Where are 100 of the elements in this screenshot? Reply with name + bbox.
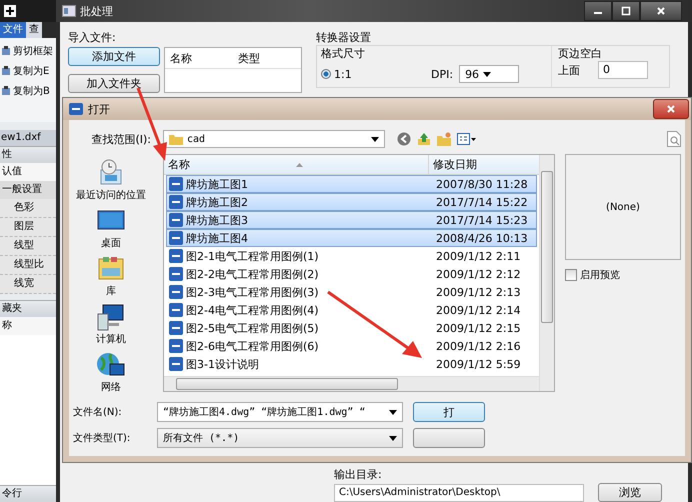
menu-tab[interactable]: 文件 xyxy=(0,22,26,38)
caret-icon xyxy=(389,436,397,440)
file-type-dropdown[interactable]: 所有文件 (*.*) xyxy=(157,428,403,448)
file-date: 2017/7/14 15:22 xyxy=(435,196,528,208)
section-label: 导入文件: xyxy=(68,30,117,45)
file-icon xyxy=(169,285,183,299)
panel-header: 性 xyxy=(0,146,56,163)
close-button[interactable] xyxy=(653,99,689,119)
file-row[interactable]: 牌坊施工图3 2017/7/14 15:23 xyxy=(166,211,537,229)
file-name: 图3-1设计说明 xyxy=(186,356,259,372)
window-icon xyxy=(62,5,76,17)
column-header[interactable]: 修改日期 xyxy=(429,155,477,174)
folder-icon xyxy=(169,134,183,144)
dpi-dropdown[interactable]: 96 xyxy=(459,65,520,83)
caret-icon xyxy=(371,136,379,142)
file-row[interactable]: 图2-3电气工程常用图例(3) 2009/1/12 2:13 xyxy=(166,283,537,301)
document-icon xyxy=(1,66,11,76)
file-name: 牌坊施工图2 xyxy=(186,194,248,210)
look-in-dropdown[interactable]: cad xyxy=(163,130,385,148)
maximize-button[interactable] xyxy=(612,1,640,21)
browse-button[interactable]: 浏览 xyxy=(598,483,662,502)
file-row[interactable]: 图2-1电气工程常用图例(1) 2009/1/12 2:11 xyxy=(166,247,537,265)
window-title: 批处理 xyxy=(80,4,113,18)
toolbar-button[interactable]: 复制为B xyxy=(1,84,55,98)
top-margin-field[interactable]: 0 xyxy=(598,61,648,79)
toolbar-button[interactable]: 剪切框架 xyxy=(1,44,55,58)
file-date: 2009/1/12 2:11 xyxy=(435,250,521,262)
toolbar-button[interactable]: 复制为E xyxy=(1,64,55,78)
property-label: 线宽 xyxy=(0,275,56,294)
document-icon xyxy=(1,46,11,56)
output-path-field[interactable]: C:\Users\Administrator\Desktop\ xyxy=(334,484,584,502)
places-item[interactable]: 库 xyxy=(95,254,127,298)
scale-radio[interactable]: 1:1 xyxy=(321,68,411,80)
document-tab[interactable]: ew1.dxf xyxy=(0,130,56,146)
places-item[interactable]: 桌面 xyxy=(95,206,127,250)
menu-tab[interactable]: 查 xyxy=(26,22,42,38)
caret-icon xyxy=(389,410,397,414)
up-folder-icon[interactable] xyxy=(417,132,431,146)
property-group[interactable]: 一般设置 xyxy=(0,181,56,199)
file-date: 2009/1/12 2:16 xyxy=(435,340,521,352)
file-name-field[interactable]: “牌坊施工图4.dwg” “牌坊施工图1.dwg” “ xyxy=(157,402,403,422)
file-name: 图2-6电气工程常用图例(6) xyxy=(186,338,319,354)
file-icon xyxy=(169,267,183,281)
preview-pane-icon[interactable] xyxy=(667,131,681,147)
file-name: 图2-2电气工程常用图例(2) xyxy=(186,266,319,282)
output-label: 输出目录: xyxy=(334,468,383,481)
property-label: 色彩 xyxy=(0,199,56,218)
plus-icon xyxy=(3,4,17,18)
file-row[interactable]: 牌坊施工图2 2017/7/14 15:22 xyxy=(166,193,537,211)
file-list[interactable] xyxy=(163,154,555,392)
file-date: 2009/1/12 2:15 xyxy=(435,322,521,334)
file-list[interactable]: 名称 类型 xyxy=(164,47,302,93)
app-icon xyxy=(69,103,83,115)
file-row[interactable]: 图2-5电气工程常用图例(5) 2009/1/12 2:15 xyxy=(166,319,537,337)
file-row[interactable]: 牌坊施工图4 2008/4/26 10:13 xyxy=(166,229,537,247)
file-name: 牌坊施工图1 xyxy=(186,176,248,192)
file-row[interactable]: 图2-6电气工程常用图例(6) 2009/1/12 2:16 xyxy=(166,337,537,355)
file-row[interactable]: 图3-1设计说明 2009/1/12 5:59 xyxy=(166,355,537,373)
open-button[interactable]: 打 xyxy=(413,402,485,422)
file-name-label: 文件名(N): xyxy=(72,406,123,419)
file-icon xyxy=(169,195,183,209)
minimize-button[interactable] xyxy=(584,1,612,21)
horizontal-scrollbar[interactable] xyxy=(164,376,539,391)
column-header[interactable]: 名称 xyxy=(165,50,233,66)
back-icon[interactable] xyxy=(397,132,411,146)
close-button[interactable] xyxy=(640,1,682,21)
file-icon xyxy=(169,177,183,191)
file-date: 2009/1/12 5:59 xyxy=(435,358,521,370)
preview-pane: (None) xyxy=(565,154,681,260)
places-item[interactable]: 网络 xyxy=(95,350,127,394)
column-header[interactable]: 类型 xyxy=(233,50,301,66)
cancel-button[interactable] xyxy=(413,428,485,448)
property-label: 图层 xyxy=(0,218,56,237)
file-type-label: 文件类型(T): xyxy=(72,432,132,445)
add-folder-button[interactable]: 加入文件夹 xyxy=(68,74,160,93)
file-row[interactable]: 牌坊施工图1 2007/8/30 11:28 xyxy=(166,175,537,193)
panel-header: 令行 xyxy=(0,485,56,502)
group-label: 页边空白 xyxy=(558,46,603,61)
file-row[interactable]: 图2-2电气工程常用图例(2) 2009/1/12 2:12 xyxy=(166,265,537,283)
file-icon xyxy=(169,321,183,335)
property-label: 线型比 xyxy=(0,256,56,275)
top-margin-label: 上面 xyxy=(558,62,580,78)
view-menu-icon[interactable] xyxy=(457,132,477,146)
file-name: 图2-3电气工程常用图例(3) xyxy=(186,284,319,300)
panel-header: 藏夹 xyxy=(0,300,56,317)
vertical-scrollbar[interactable] xyxy=(539,155,554,391)
section-label: 转换器设置 xyxy=(316,30,372,45)
places-item[interactable]: 计算机 xyxy=(95,302,127,346)
file-name: 图2-1电气工程常用图例(1) xyxy=(186,248,319,264)
places-item[interactable]: 最近访问的位置 xyxy=(76,158,146,202)
file-row[interactable]: 图2-4电气工程常用图例(4) 2009/1/12 2:14 xyxy=(166,301,537,319)
file-date: 2017/7/14 15:23 xyxy=(435,214,528,226)
file-icon xyxy=(169,231,183,245)
add-file-button[interactable]: 添加文件 xyxy=(68,47,160,66)
enable-preview-checkbox[interactable]: 启用预览 xyxy=(565,268,681,282)
file-date: 2008/4/26 10:13 xyxy=(435,232,528,244)
file-date: 2009/1/12 2:12 xyxy=(435,268,521,280)
file-icon xyxy=(169,303,183,317)
file-icon xyxy=(169,249,183,263)
radio-button[interactable] xyxy=(321,69,331,79)
